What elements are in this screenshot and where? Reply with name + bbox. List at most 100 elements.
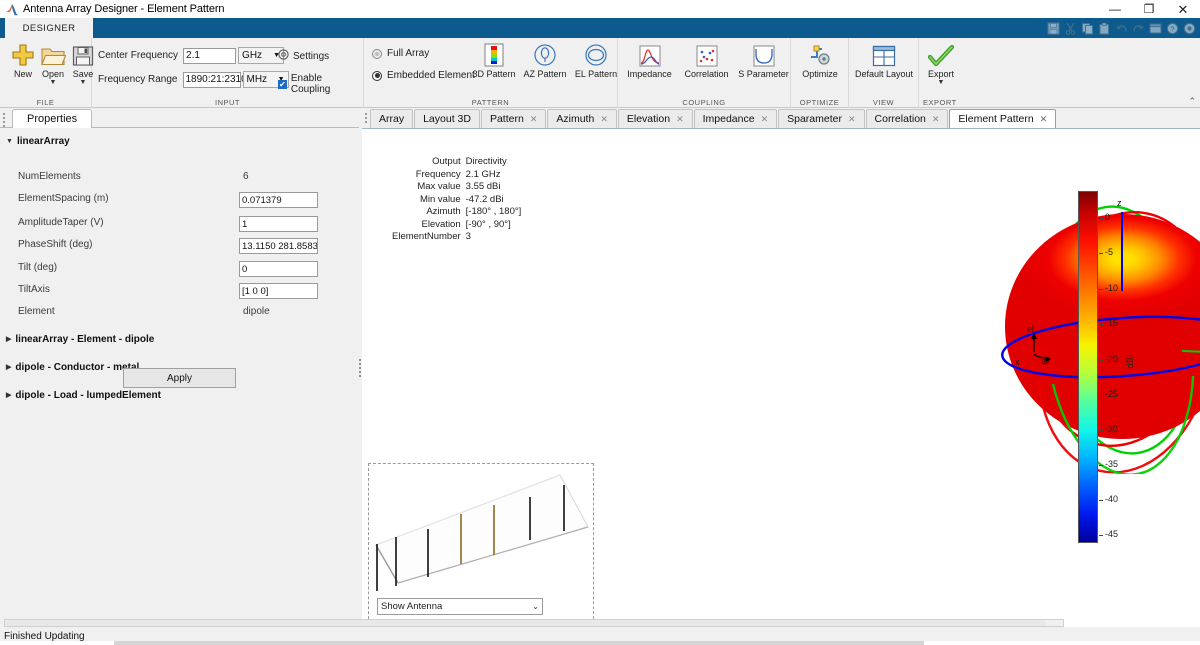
splitter-grip xyxy=(359,359,361,379)
qat-copy-icon[interactable] xyxy=(1079,19,1096,38)
property-group-load-lumpedelement[interactable]: ▶ dipole - Load - lumpedElement xyxy=(6,390,161,401)
window-title: Antenna Array Designer - Element Pattern xyxy=(23,3,225,15)
center-frequency-input[interactable]: 2.1 xyxy=(183,47,237,64)
group-label-export: EXPORT xyxy=(923,98,957,107)
qat-save-icon[interactable] xyxy=(1045,19,1062,38)
close-icon[interactable]: ✕ xyxy=(1040,114,1048,125)
sparameter-button[interactable]: S Parameter xyxy=(736,41,791,79)
full-array-radio[interactable]: Full Array xyxy=(372,48,429,59)
optimize-icon xyxy=(808,41,832,67)
matlab-logo-icon xyxy=(5,3,19,16)
elementspacing-input[interactable]: 0.071379 xyxy=(239,192,318,208)
tab-element-pattern[interactable]: Element Pattern ✕ xyxy=(949,109,1057,128)
axis-label-x: x xyxy=(1015,357,1020,367)
qat-redo-icon[interactable] xyxy=(1130,19,1147,38)
taskbar-strip xyxy=(0,641,1200,645)
tab-array[interactable]: Array xyxy=(370,109,414,128)
close-icon[interactable]: ✕ xyxy=(676,114,684,125)
qat-undo-icon[interactable] xyxy=(1113,19,1130,38)
close-icon[interactable]: ✕ xyxy=(848,114,856,125)
property-group-conductor-metal[interactable]: ▶ dipole - Conductor - metal xyxy=(6,362,139,373)
close-icon[interactable]: ✕ xyxy=(932,114,940,125)
qat-info-icon[interactable] xyxy=(1181,19,1198,38)
enable-coupling-checkbox[interactable]: ✔ Enable Coupling xyxy=(278,73,363,95)
info-row: Azimuth [-180° , 180°] xyxy=(392,206,521,219)
info-key: Frequency xyxy=(415,168,461,180)
embedded-element-radio[interactable]: Embedded Element xyxy=(372,70,475,81)
qat-layout-icon[interactable] xyxy=(1147,19,1164,38)
triangle-right-icon: ▶ xyxy=(6,364,12,371)
save-dropdown-caret[interactable]: ▼ xyxy=(80,79,87,86)
settings-button[interactable]: Settings xyxy=(278,49,329,63)
qat-paste-icon[interactable] xyxy=(1096,19,1113,38)
el-pattern-icon xyxy=(584,41,608,67)
tab-azimuth[interactable]: Azimuth ✕ xyxy=(547,109,617,128)
impedance-button[interactable]: Impedance xyxy=(622,41,677,79)
doc-drag-handle[interactable] xyxy=(362,108,370,128)
colorbar-gradient xyxy=(1078,191,1098,543)
tab-sparameter[interactable]: Sparameter ✕ xyxy=(778,109,865,128)
tilt-input[interactable]: 0 xyxy=(239,261,318,277)
info-row: Output Directivity xyxy=(392,156,521,169)
info-key: Output xyxy=(432,156,461,167)
correlation-button[interactable]: Correlation xyxy=(679,41,734,79)
maximize-button[interactable]: ❐ xyxy=(1132,0,1166,18)
property-group-element-dipole[interactable]: ▶ linearArray - Element - dipole xyxy=(6,334,154,345)
frequency-range-input[interactable]: 1890:21:2310 xyxy=(182,71,247,88)
tab-layout-3d[interactable]: Layout 3D xyxy=(414,109,480,128)
phaseshift-input[interactable]: 13.1150 281.8583] xyxy=(239,238,318,254)
tab-correlation[interactable]: Correlation ✕ xyxy=(865,109,949,128)
colorbar-tick-label: -40 xyxy=(1105,494,1119,504)
tab-pattern[interactable]: Pattern ✕ xyxy=(480,109,547,128)
apply-button[interactable]: Apply xyxy=(123,368,236,388)
panel-drag-handle[interactable] xyxy=(3,113,6,127)
az-pattern-button[interactable]: AZ Pattern xyxy=(519,41,571,79)
tab-properties[interactable]: Properties xyxy=(12,109,93,128)
qat-cut-icon[interactable] xyxy=(1062,19,1079,38)
frequency-range-unit-value: MHz xyxy=(246,74,268,85)
impedance-icon xyxy=(639,41,661,67)
property-row-amplitudetaper: AmplitudeTaper (V) xyxy=(18,214,104,231)
colorbar-tick-label: -15 xyxy=(1105,318,1119,328)
open-dropdown-caret[interactable]: ▼ xyxy=(50,79,57,86)
colorbar-tick xyxy=(1099,500,1103,501)
amplitudetaper-input[interactable]: 1 xyxy=(239,216,318,232)
close-icon[interactable]: ✕ xyxy=(761,114,769,125)
colorbar: 0 -5 -10 -15 -20 -25 -30 -35 -40 -45 dBi xyxy=(1078,191,1198,611)
tab-designer[interactable]: DESIGNER xyxy=(5,18,93,38)
center-frequency-unit-value: GHz xyxy=(242,50,263,61)
default-layout-button[interactable]: Default Layout xyxy=(846,41,922,79)
quick-access-toolbar: ? xyxy=(1035,19,1198,38)
info-value: Directivity xyxy=(465,156,507,167)
chevron-down-icon: ⌄ xyxy=(532,602,539,611)
el-pattern-button[interactable]: EL Pattern xyxy=(570,41,622,79)
3d-pattern-button[interactable]: 3D Pattern xyxy=(468,41,520,79)
property-row-tilt: Tilt (deg) xyxy=(18,259,57,276)
horizontal-scrollbar[interactable] xyxy=(4,619,1064,627)
sparameter-label: S Parameter xyxy=(738,69,789,79)
minimize-button[interactable]: — xyxy=(1098,0,1132,18)
tab-impedance[interactable]: Impedance ✕ xyxy=(693,109,778,128)
property-group-lineararray[interactable]: ▼ linearArray xyxy=(6,136,70,147)
property-label: PhaseShift (deg) xyxy=(18,239,93,250)
3d-pattern-icon xyxy=(483,41,505,67)
close-icon[interactable]: ✕ xyxy=(600,114,608,125)
info-key: Azimuth xyxy=(426,206,461,217)
qat-help-icon[interactable]: ? xyxy=(1164,19,1181,38)
close-icon[interactable]: ✕ xyxy=(530,114,538,125)
colorbar-tick-label: -10 xyxy=(1105,283,1119,293)
scrollbar-thumb[interactable] xyxy=(5,620,1045,626)
close-button[interactable]: ✕ xyxy=(1166,0,1200,18)
ribbon-group-export: Export ▼ EXPORT ⌃ xyxy=(919,38,1200,108)
antenna-layout-view[interactable] xyxy=(370,465,594,591)
export-button[interactable]: Export ▼ xyxy=(919,41,963,86)
export-dropdown-caret[interactable]: ▼ xyxy=(938,79,945,86)
show-antenna-select[interactable]: Show Antenna ⌄ xyxy=(377,598,543,615)
info-key: ElementNumber xyxy=(392,231,461,242)
info-row: Min value -47.2 dBi xyxy=(392,194,521,207)
tiltaxis-input[interactable]: [1 0 0] xyxy=(239,283,318,299)
tab-elevation[interactable]: Elevation ✕ xyxy=(617,109,693,128)
optimize-button[interactable]: Optimize xyxy=(796,41,844,79)
ribbon-collapse-button[interactable]: ⌃ xyxy=(1188,96,1196,107)
tab-label: Impedance xyxy=(702,113,755,125)
